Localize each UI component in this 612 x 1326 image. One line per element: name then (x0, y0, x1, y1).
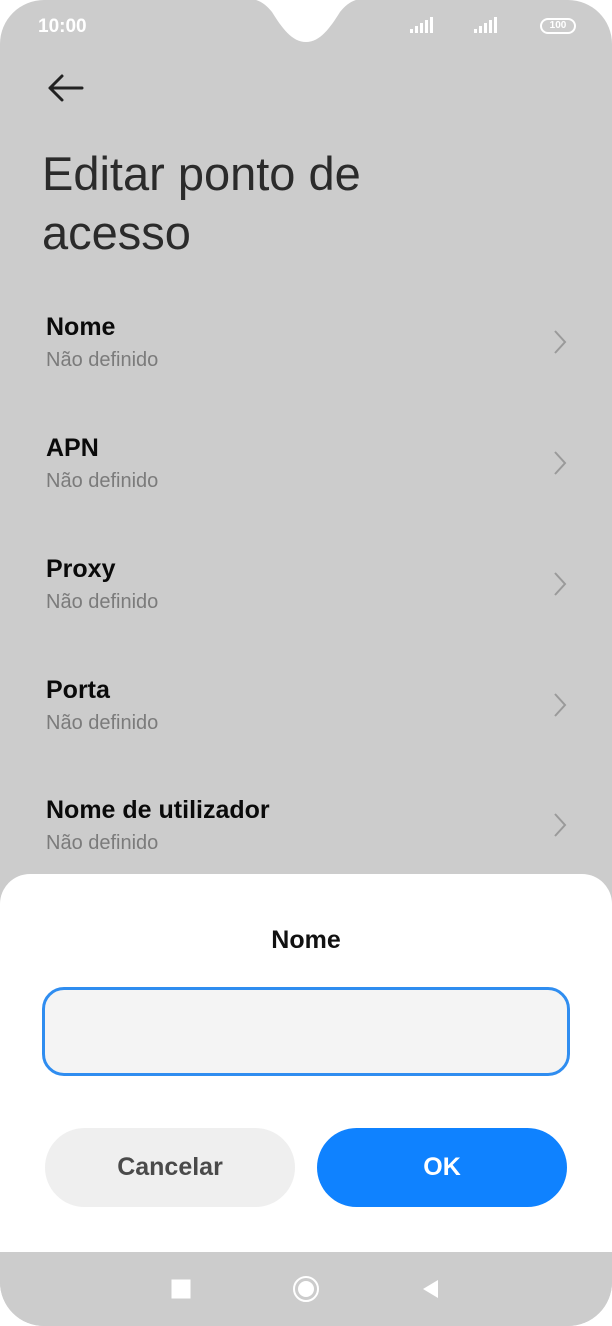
name-input[interactable] (42, 987, 570, 1076)
setting-value: Não definido (46, 349, 159, 371)
arrow-left-icon (48, 74, 84, 102)
setting-value: Não definido (46, 470, 159, 492)
page-title: Editar ponto de acesso (42, 147, 361, 259)
setting-label: Porta (46, 676, 110, 704)
setting-value: Não definido (46, 591, 159, 613)
chevron-right-icon (554, 693, 567, 717)
setting-value: Não definido (46, 712, 159, 734)
status-time: 10:00 (38, 16, 87, 37)
setting-label: Nome de utilizador (46, 796, 270, 824)
chevron-right-icon (554, 572, 567, 596)
recents-button[interactable] (166, 1274, 196, 1304)
square-icon (171, 1279, 191, 1299)
cancel-button[interactable]: Cancelar (45, 1128, 295, 1207)
chevron-right-icon (554, 813, 567, 837)
signal-icon (410, 17, 433, 33)
status-bar: 10:00 100 (0, 0, 612, 54)
triangle-back-icon (423, 1280, 438, 1298)
chevron-right-icon (554, 451, 567, 475)
setting-item-apn[interactable]: APN Não definido (0, 434, 612, 544)
setting-value: Não definido (46, 832, 159, 854)
screen-background: 10:00 100 Editar ponto de acesso Nome Nã… (0, 0, 612, 1326)
circle-icon (293, 1276, 319, 1302)
home-button[interactable] (291, 1274, 321, 1304)
name-dialog: Nome Cancelar OK (0, 874, 612, 1252)
setting-item-proxy[interactable]: Proxy Não definido (0, 555, 612, 665)
setting-label: Nome (46, 313, 116, 341)
back-button[interactable] (40, 68, 90, 108)
setting-label: Proxy (46, 555, 116, 583)
dialog-title: Nome (271, 926, 341, 954)
back-nav-button[interactable] (416, 1274, 446, 1304)
chevron-right-icon (554, 330, 567, 354)
setting-label: APN (46, 434, 99, 462)
notch (256, 0, 356, 42)
phone-frame: 10:00 100 Editar ponto de acesso Nome Nã… (0, 0, 612, 1326)
ok-button[interactable]: OK (317, 1128, 567, 1207)
signal-icon-2 (474, 17, 497, 33)
setting-item-nome[interactable]: Nome Não definido (0, 313, 612, 423)
battery-icon: 100 (540, 18, 576, 34)
navigation-bar (0, 1252, 612, 1326)
setting-item-porta[interactable]: Porta Não definido (0, 676, 612, 786)
